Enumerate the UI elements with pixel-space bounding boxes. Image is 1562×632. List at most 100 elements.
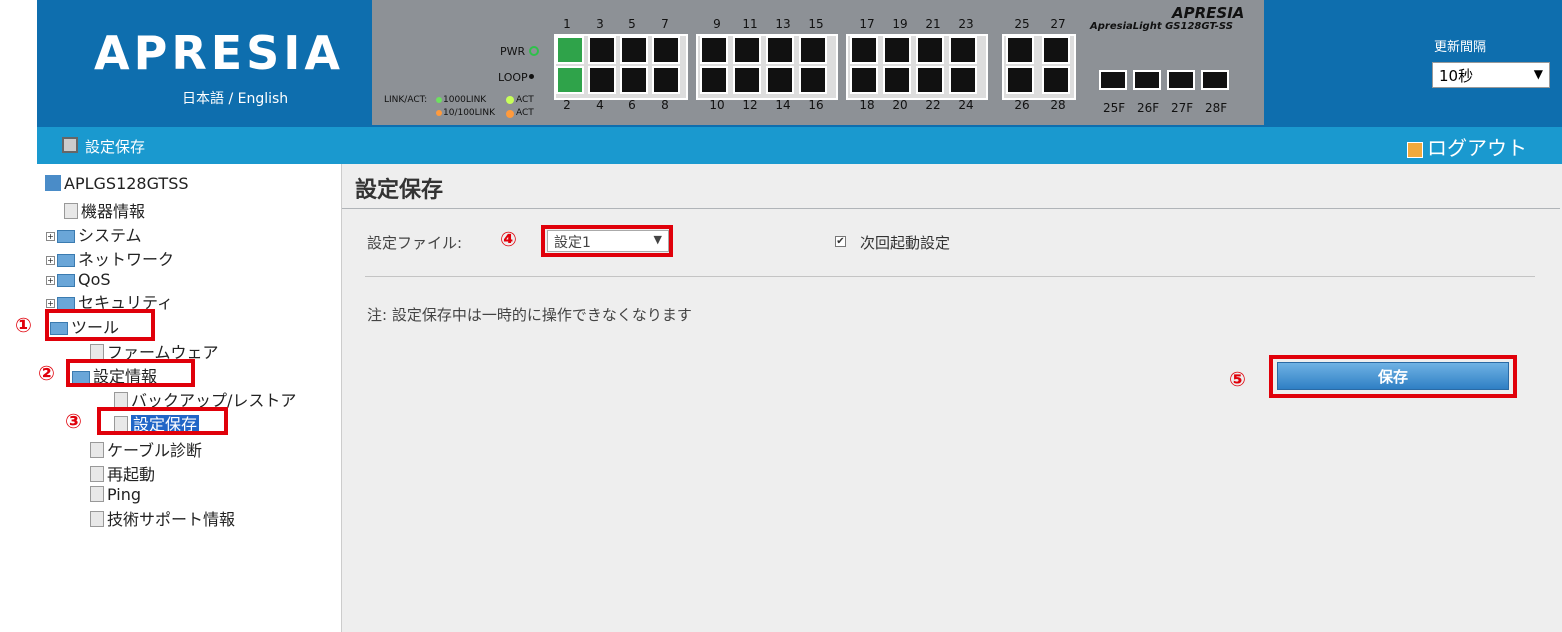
expand-icon[interactable]: + [46, 256, 55, 265]
page-breadcrumb: 設定保存 [85, 138, 146, 156]
sfp-label: 25F [1103, 101, 1126, 115]
panel-model: ApresiaLight GS128GT-SS [1090, 21, 1233, 32]
sidebar-item-tech-support[interactable]: 技術サポート情報 [90, 506, 235, 530]
next-boot-checkbox[interactable]: ✔ [835, 236, 846, 247]
panel-brand: APRESIA [1172, 4, 1245, 22]
folder-icon [57, 254, 75, 267]
sidebar-item-ping[interactable]: Ping [90, 485, 141, 504]
port-icon [883, 36, 911, 64]
port-icon [949, 36, 977, 64]
expand-icon[interactable]: + [46, 299, 55, 308]
sidebar-tree: APLGS128GTSS 機器情報 + システム + ネットワーク + QoS + セキ… [0, 164, 340, 632]
annotation-box-3 [97, 407, 228, 435]
port-num: 25 [1014, 17, 1030, 31]
switch-front-panel: APRESIA ApresiaLight GS128GT-SS PWR LOOP… [372, 0, 1264, 125]
port-num: 2 [563, 98, 571, 112]
sidebar-item-reboot[interactable]: 再起動 [90, 461, 155, 485]
sidebar-item-device-info[interactable]: 機器情報 [64, 198, 145, 222]
port-icon [916, 36, 944, 64]
loop-led-icon [529, 74, 534, 79]
language-links[interactable]: 日本語 / English [182, 88, 288, 108]
sidebar-item-qos[interactable]: + QoS [46, 270, 111, 289]
port-num: 21 [925, 17, 941, 31]
sidebar-item-cable-diag[interactable]: ケーブル診断 [90, 437, 202, 461]
annotation-number-3: ③ [65, 409, 82, 433]
annotation-box-2 [66, 359, 195, 387]
act2-led-icon [506, 110, 514, 118]
port-icon [733, 36, 761, 64]
port-icon [588, 66, 616, 94]
port-icon [1042, 66, 1070, 94]
sfp-label: 26F [1137, 101, 1160, 115]
sidebar-item-label: 機器情報 [81, 202, 146, 221]
device-name: APLGS128GTSS [64, 174, 189, 193]
port-icon [556, 66, 584, 94]
port-num: 9 [713, 17, 721, 31]
link1000-label: 1000LINK [443, 95, 487, 105]
document-icon [90, 486, 104, 502]
linkact-label: LINK/ACT: [384, 95, 428, 105]
expand-icon[interactable]: + [46, 276, 55, 285]
sidebar-item-label: Ping [107, 485, 142, 504]
port-num: 24 [958, 98, 974, 112]
act1-label: ACT [516, 95, 534, 105]
port-num: 23 [958, 17, 974, 31]
refresh-interval-label: 更新間隔 [1434, 40, 1487, 55]
port-icon [766, 36, 794, 64]
logout-link[interactable]: ログアウト [1407, 132, 1527, 161]
port-icon [850, 36, 878, 64]
port-num: 3 [596, 17, 604, 31]
floppy-disk-icon [62, 137, 78, 153]
sidebar-item-network[interactable]: + ネットワーク [46, 246, 174, 270]
sfp-label: 28F [1205, 101, 1228, 115]
port-num: 16 [808, 98, 824, 112]
sidebar-item-label: ネットワーク [78, 250, 175, 269]
port-num: 18 [859, 98, 875, 112]
port-num: 26 [1014, 98, 1030, 112]
sidebar-item-label: システム [78, 226, 142, 245]
port-num: 28 [1050, 98, 1066, 112]
document-icon [64, 203, 78, 219]
port-num: 13 [775, 17, 791, 31]
port-num: 14 [775, 98, 791, 112]
port-num: 17 [859, 17, 875, 31]
link1000-led-icon [436, 97, 442, 103]
annotation-number-1: ① [15, 313, 32, 337]
document-icon [90, 344, 104, 360]
port-icon [588, 36, 616, 64]
annotation-box-4 [541, 225, 673, 257]
port-num: 10 [709, 98, 725, 112]
document-icon [90, 442, 104, 458]
port-icon [620, 36, 648, 64]
port-icon [916, 66, 944, 94]
act2-label: ACT [516, 108, 534, 118]
port-icon [700, 66, 728, 94]
port-icon [733, 66, 761, 94]
sidebar-item-system[interactable]: + システム [46, 222, 142, 246]
port-icon [1042, 36, 1070, 64]
port-num: 19 [892, 17, 908, 31]
chevron-down-icon: ▼ [1533, 67, 1543, 81]
next-boot-label: 次回起動設定 [860, 234, 951, 252]
tree-device-root[interactable]: APLGS128GTSS [45, 174, 189, 193]
port-icon [620, 66, 648, 94]
logout-label: ログアウト [1427, 136, 1527, 160]
link100-label: 10/100LINK [443, 108, 495, 118]
port-num: 22 [925, 98, 941, 112]
port-num: 7 [661, 17, 669, 31]
port-num: 8 [661, 98, 669, 112]
port-num: 15 [808, 17, 824, 31]
folder-icon [57, 274, 75, 287]
sfp-port-icon [1133, 70, 1161, 90]
annotation-number-4: ④ [500, 227, 517, 251]
expand-icon[interactable]: + [46, 232, 55, 241]
config-file-label: 設定ファイル: [367, 234, 463, 252]
port-num: 20 [892, 98, 908, 112]
port-icon [883, 66, 911, 94]
apresia-logo: APRESIA [94, 26, 345, 80]
annotation-number-2: ② [38, 361, 55, 385]
network-device-icon [45, 175, 61, 191]
refresh-interval-select[interactable]: 10秒 ▼ [1432, 62, 1550, 88]
port-icon [949, 66, 977, 94]
sidebar-item-label: QoS [78, 270, 111, 289]
